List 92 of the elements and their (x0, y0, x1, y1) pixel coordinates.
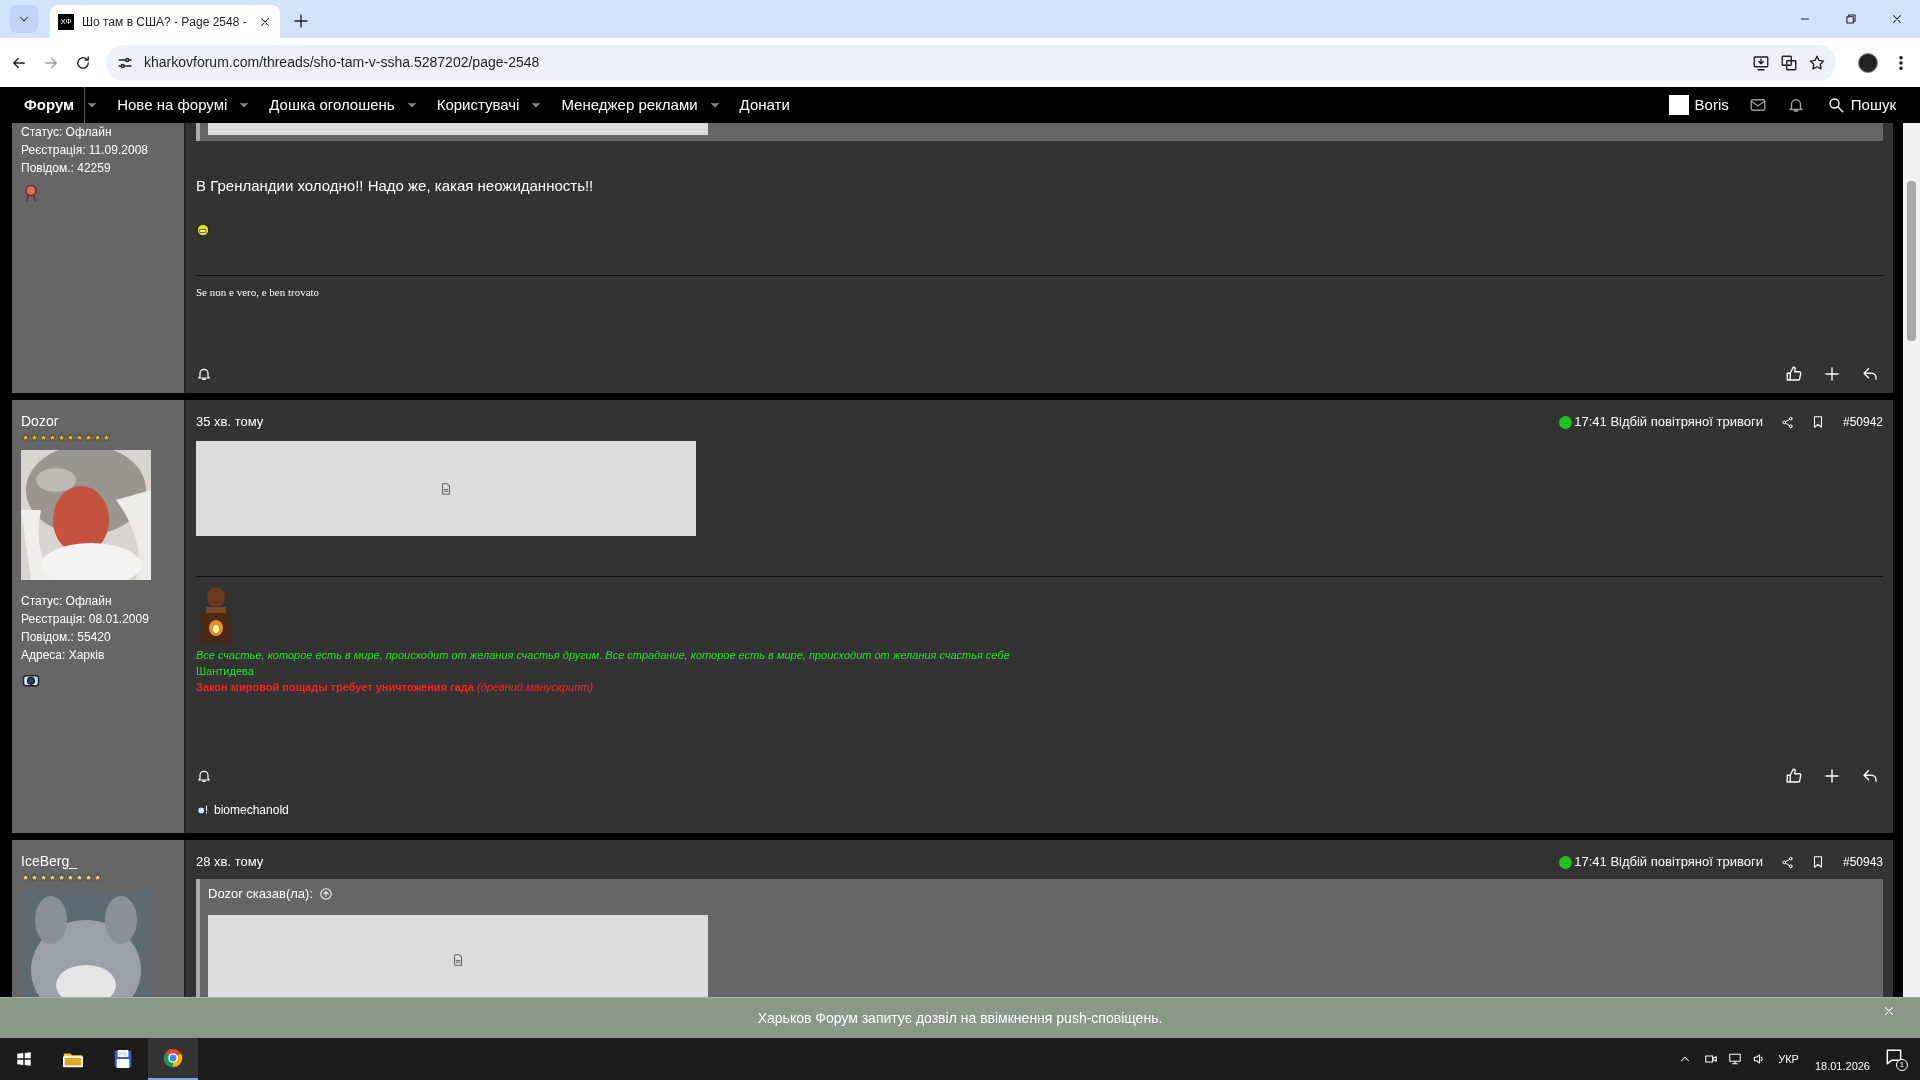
url-text: kharkovforum.com/threads/sho-tam-v-ssha.5287202/page-2548 (144, 53, 541, 72)
taskbar-date[interactable]: 18.01.2026 (1814, 1057, 1870, 1075)
alert-status: 17:41 Відбій повітряної тривоги (1574, 413, 1763, 432)
arrow-up-circle-icon[interactable] (319, 887, 334, 901)
reply-icon[interactable] (1861, 767, 1879, 785)
star-icon (66, 433, 75, 442)
post-number-link[interactable]: #50942 (1842, 413, 1883, 431)
windows-icon[interactable] (15, 1050, 33, 1068)
signature-motto: Закон мировой пощады требует уничтожения гада (древний манускрипт) (196, 680, 595, 695)
translate-icon[interactable] (1780, 53, 1798, 72)
username-link[interactable]: IceBerg_ (21, 852, 175, 870)
push-message: Харьков Форум запитує дозвіл на ввімкнення push-сповіщень. (757, 1008, 1163, 1028)
nav-tab[interactable]: Донати (729, 87, 800, 123)
smiley-icon (196, 222, 210, 237)
reply-icon[interactable] (1861, 365, 1879, 383)
star-icon (39, 873, 48, 882)
star-icon (21, 873, 30, 882)
nav-tab[interactable]: Користувачі (426, 87, 530, 123)
plus-icon[interactable] (1823, 365, 1841, 383)
scrollbar-thumb[interactable] (1907, 181, 1916, 341)
reload-icon[interactable] (74, 53, 92, 72)
star-icon (93, 873, 102, 882)
post-time: 28 хв. тому (196, 853, 264, 872)
user-stat: Реєстрація: 08.01.2009 (21, 611, 150, 628)
star-icon (39, 433, 48, 442)
star-icon (48, 433, 57, 442)
star-icon[interactable] (1808, 53, 1826, 72)
nav-tab[interactable]: Дошка оголошень (259, 87, 405, 123)
new-tab-icon[interactable] (292, 12, 310, 30)
star-icon (30, 873, 39, 882)
star-icon (66, 873, 75, 882)
user-stat: Адреса: Харків (21, 647, 106, 664)
signature-author: Шантидева (196, 664, 255, 679)
user-stat: Статус: Офлайн (21, 124, 113, 141)
user-stat: Статус: Офлайн (21, 593, 113, 610)
star-icon (75, 433, 84, 442)
notification-badge: 1 (1896, 1059, 1908, 1071)
star-icon (57, 433, 66, 442)
star-icon (57, 873, 66, 882)
like-icon[interactable] (1785, 767, 1803, 785)
signature-quote: Все счастье, которое есть в мире, происходит от желания счастья другим. Все страдание, которое есть в мире, происходит от желания счастья себе (196, 648, 1011, 663)
notification-icon[interactable] (1884, 1047, 1904, 1067)
star-icon (21, 433, 30, 442)
star-icon (84, 873, 93, 882)
plus-icon[interactable] (1823, 767, 1841, 785)
post-time: 35 хв. тому (196, 413, 264, 432)
reaction-user-link[interactable]: biomechanold (214, 801, 289, 819)
install-icon[interactable] (1752, 53, 1770, 72)
user-stat: Повідом.: 55420 (21, 629, 112, 646)
nav-tab[interactable]: Нове на форумі (107, 87, 238, 123)
camera-icon[interactable] (1704, 1052, 1719, 1066)
nav-tab[interactable]: Менеджер реклами (551, 87, 708, 123)
alert-status: 17:41 Відбій повітряної тривоги (1574, 853, 1763, 872)
broken-image-icon (451, 953, 465, 967)
star-icon (75, 873, 84, 882)
star-icon (93, 433, 102, 442)
address-bar[interactable]: kharkovforum.com/threads/sho-tam-v-ssha.5287202/page-2548 (106, 44, 1836, 81)
star-icon (84, 433, 93, 442)
star-icon (30, 433, 39, 442)
user-link[interactable]: Boris (1668, 93, 1729, 117)
user-avatar (1668, 95, 1689, 115)
bell-icon[interactable] (196, 366, 212, 382)
language-indicator[interactable]: УКР (1778, 1050, 1799, 1068)
signature-text: Se non e vero, e ben trovato (196, 284, 321, 300)
post-number-link[interactable]: #50943 (1842, 853, 1883, 871)
share-icon[interactable] (1780, 855, 1794, 869)
share-icon[interactable] (1780, 415, 1794, 429)
bell-icon[interactable] (196, 768, 212, 784)
browser-icon (162, 1047, 184, 1069)
mail-icon[interactable] (1748, 96, 1767, 114)
quote-author: Dozor сказав(ла): (208, 885, 314, 904)
taskbar-app-button[interactable] (148, 1038, 198, 1080)
user-stat: Повідом.: 42259 (21, 160, 112, 177)
tab-title: Шо там в США? - Page 2548 - (82, 13, 248, 31)
restore-icon[interactable] (1844, 12, 1858, 26)
like-icon[interactable] (1785, 365, 1803, 383)
reaction-icon (196, 803, 210, 817)
star-icon (102, 433, 111, 442)
profile-avatar[interactable] (1858, 52, 1878, 73)
network-icon[interactable] (1728, 1052, 1743, 1066)
browser-tab[interactable]: ХФ Шо там в США? - Page 2548 - (50, 5, 280, 38)
favicon: ХФ (58, 13, 74, 30)
user-stat: Реєстрація: 11.09.2008 (21, 142, 149, 159)
post-text: В Гренландии холодно!! Надо же, какая неожиданность!! (195, 176, 595, 196)
username-link[interactable]: Dozor (21, 412, 175, 430)
scrollbar[interactable] (1903, 123, 1920, 997)
bell-icon[interactable] (1786, 96, 1805, 114)
search-link[interactable]: Пошук (1826, 93, 1896, 117)
search-icon (1826, 96, 1845, 114)
close-icon[interactable] (1890, 12, 1904, 26)
broken-image-icon (439, 481, 453, 496)
star-icon (48, 873, 57, 882)
